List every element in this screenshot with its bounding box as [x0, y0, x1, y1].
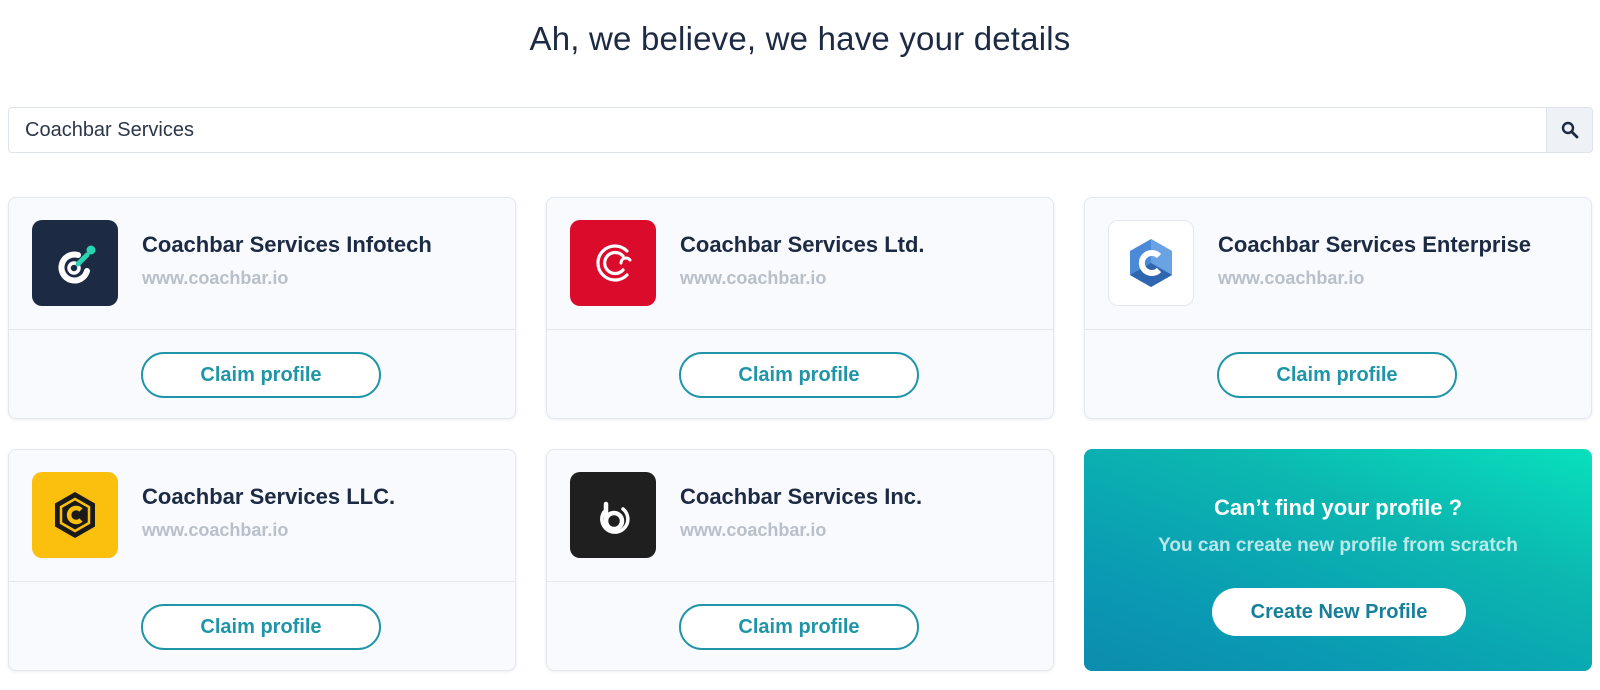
company-logo: [570, 472, 656, 558]
coachbar-infotech-logo-icon: [58, 245, 96, 284]
profile-card-header: Coachbar Services LLC. www.coachbar.io: [9, 450, 515, 582]
company-logo: [32, 220, 118, 306]
profile-card-llc: Coachbar Services LLC. www.coachbar.io C…: [8, 449, 516, 671]
coachbar-llc-logo-icon: [55, 492, 95, 538]
profile-grid: Coachbar Services Infotech www.coachbar.…: [8, 197, 1592, 671]
cta-title: Can’t find your profile ?: [1213, 495, 1463, 520]
company-name: Coachbar Services LLC.: [142, 484, 396, 509]
claim-profile-button[interactable]: Claim profile: [1217, 352, 1457, 398]
create-new-profile-button[interactable]: Create New Profile: [1212, 588, 1466, 636]
profile-card-inc: Coachbar Services Inc. www.coachbar.io C…: [546, 449, 1054, 671]
company-url[interactable]: www.coachbar.io: [142, 268, 288, 289]
company-logo: [570, 220, 656, 306]
company-logo: [1108, 220, 1194, 306]
profile-card-header: Coachbar Services Infotech www.coachbar.…: [9, 198, 515, 330]
company-url[interactable]: www.coachbar.io: [680, 268, 826, 289]
profile-card-infotech: Coachbar Services Infotech www.coachbar.…: [8, 197, 516, 419]
company-name: Coachbar Services Ltd.: [680, 232, 925, 257]
company-name: Coachbar Services Inc.: [680, 484, 923, 509]
coachbar-inc-logo-icon: [600, 501, 630, 534]
claim-profile-button[interactable]: Claim profile: [679, 352, 919, 398]
company-name: Coachbar Services Infotech: [142, 232, 432, 257]
page-title: Ah, we believe, we have your details: [529, 20, 1071, 57]
company-url[interactable]: www.coachbar.io: [680, 520, 826, 541]
create-profile-card: Can’t find your profile ? You can create…: [1084, 449, 1592, 671]
profile-card-header: Coachbar Services Ltd. www.coachbar.io: [547, 198, 1053, 330]
search-input[interactable]: [9, 108, 1546, 152]
profile-card-header: Coachbar Services Enterprise www.coachba…: [1085, 198, 1591, 330]
claim-profile-button[interactable]: Claim profile: [141, 352, 381, 398]
profile-card-enterprise: Coachbar Services Enterprise www.coachba…: [1084, 197, 1592, 419]
coachbar-enterprise-logo-icon: [1130, 239, 1172, 287]
claim-profile-button[interactable]: Claim profile: [679, 604, 919, 650]
company-url[interactable]: www.coachbar.io: [1218, 268, 1364, 289]
search-button[interactable]: [1546, 108, 1592, 152]
cta-subtitle: You can create new profile from scratch: [1158, 535, 1518, 556]
claim-profile-button[interactable]: Claim profile: [141, 604, 381, 650]
company-logo: [32, 472, 118, 558]
company-url[interactable]: www.coachbar.io: [142, 520, 288, 541]
profile-card-ltd: Coachbar Services Ltd. www.coachbar.io C…: [546, 197, 1054, 419]
search-icon: [1561, 121, 1578, 139]
search-bar: [8, 107, 1593, 153]
coachbar-ltd-logo-icon: [596, 244, 632, 282]
company-name: Coachbar Services Enterprise: [1218, 232, 1532, 257]
profile-card-header: Coachbar Services Inc. www.coachbar.io: [547, 450, 1053, 582]
